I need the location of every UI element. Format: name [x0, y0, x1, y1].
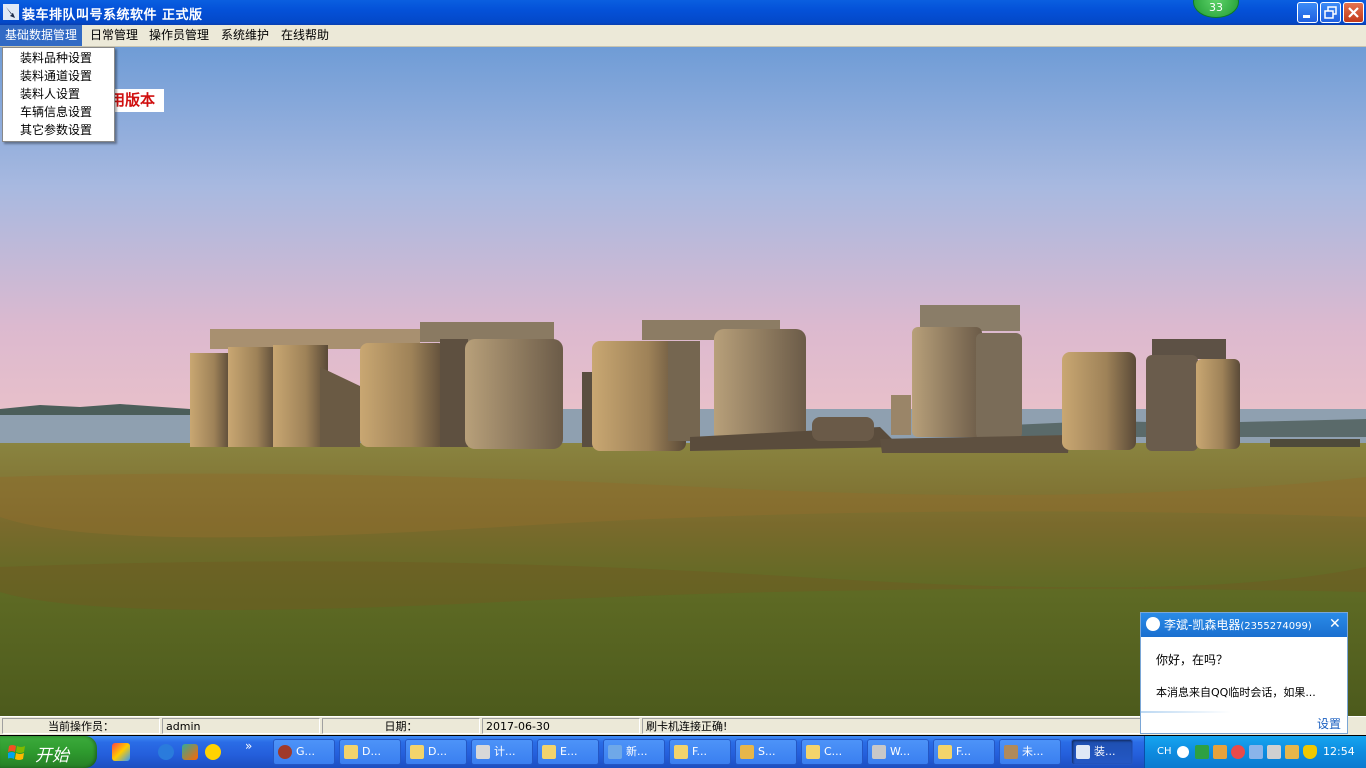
task-button[interactable]: E... — [537, 739, 599, 765]
task-button[interactable]: S... — [735, 739, 797, 765]
date-label: 日期： — [322, 718, 480, 734]
clock: 12:54 — [1323, 745, 1355, 758]
qq-settings-link[interactable]: 设置 — [1317, 715, 1341, 732]
task-button[interactable]: G... — [273, 739, 335, 765]
menu-item-other-params[interactable]: 其它参数设置 — [3, 121, 114, 139]
task-label: C... — [824, 745, 843, 758]
menu-operators[interactable]: 操作员管理 — [144, 25, 214, 46]
task-label: F... — [956, 745, 972, 758]
task-button[interactable]: D... — [405, 739, 467, 765]
folder-icon — [344, 745, 358, 759]
add-icon[interactable] — [205, 744, 221, 760]
minimize-button[interactable] — [1297, 2, 1318, 23]
menu-bar: 基础数据管理 日常管理 操作员管理 系统维护 在线帮助 — [0, 25, 1366, 47]
task-button[interactable]: D... — [339, 739, 401, 765]
operator-value: admin — [162, 718, 320, 734]
language-indicator[interactable]: CH — [1157, 746, 1172, 757]
taskbar: 开始 » G... D... D... 计... E... 新... F... … — [0, 736, 1366, 768]
menu-maintenance[interactable]: 系统维护 — [216, 25, 274, 46]
qq-contact-number: (2355274099) — [1240, 621, 1312, 632]
task-button[interactable]: F... — [669, 739, 731, 765]
computer-icon — [872, 745, 886, 759]
folder-icon — [938, 745, 952, 759]
folder-icon — [410, 745, 424, 759]
task-label: 计... — [494, 745, 516, 758]
task-label: 装... — [1094, 745, 1116, 758]
notification-badge[interactable]: 33 — [1193, 0, 1239, 18]
qq-message-2[interactable]: 本消息来自QQ临时会话，如果... — [1156, 684, 1316, 700]
sheet-icon[interactable] — [182, 744, 198, 760]
network-icon[interactable] — [1249, 745, 1263, 759]
folder-icon — [674, 745, 688, 759]
title-bar: 装车排队叫号系统软件 正式版 33 — [0, 0, 1366, 25]
close-icon — [1348, 7, 1359, 18]
task-label: D... — [428, 745, 447, 758]
calculator-icon — [476, 745, 490, 759]
app-icon — [1076, 745, 1090, 759]
task-label: G... — [296, 745, 316, 758]
tray-icon[interactable] — [1213, 745, 1227, 759]
tray-icon[interactable] — [1285, 745, 1299, 759]
quicklaunch-more-button[interactable]: » — [245, 739, 252, 753]
window-title: 装车排队叫号系统软件 正式版 — [22, 8, 203, 23]
task-button[interactable]: 新... — [603, 739, 665, 765]
menu-item-material-type[interactable]: 装料品种设置 — [3, 49, 114, 67]
task-label: 未... — [1022, 745, 1044, 758]
restore-icon — [1324, 6, 1337, 19]
task-button-active[interactable]: 装... — [1071, 739, 1133, 765]
start-button[interactable]: 开始 — [0, 736, 97, 768]
qq-close-icon[interactable]: ✕ — [1329, 616, 1341, 632]
person-icon — [278, 745, 292, 759]
qq-popup: 李斌-凯森电器(2355274099) ✕ 你好，在吗？ 本消息来自QQ临时会话… — [1140, 612, 1348, 734]
menu-item-loader[interactable]: 装料人设置 — [3, 85, 114, 103]
task-label: E... — [560, 745, 578, 758]
status-message: 刷卡机连接正确! — [642, 718, 1142, 734]
security-shield-icon[interactable] — [1303, 745, 1317, 759]
folder-icon — [806, 745, 820, 759]
qq-avatar — [1146, 617, 1160, 631]
task-label: F... — [692, 745, 708, 758]
restore-button[interactable] — [1320, 2, 1341, 23]
menu-item-vehicle-info[interactable]: 车辆信息设置 — [3, 103, 114, 121]
qq-contact: 李斌-凯森电器(2355274099) — [1164, 616, 1312, 633]
task-label: W... — [890, 745, 911, 758]
qq-divider — [1141, 711, 1231, 713]
task-button[interactable]: 计... — [471, 739, 533, 765]
system-tray: CH 12:54 — [1144, 736, 1366, 768]
menu-help[interactable]: 在线帮助 — [276, 25, 334, 46]
settings-folder-icon — [740, 745, 754, 759]
task-label: D... — [362, 745, 381, 758]
qq-message-1: 你好，在吗？ — [1156, 653, 1229, 667]
app-icon — [3, 4, 19, 20]
task-button[interactable]: F... — [933, 739, 995, 765]
tray-collapse-icon[interactable] — [1177, 746, 1189, 758]
minimize-icon — [1303, 15, 1310, 18]
quicklaunch-app-icon[interactable] — [112, 743, 130, 761]
version-label: 用版本 — [108, 89, 164, 112]
folder-icon — [542, 745, 556, 759]
volume-icon[interactable] — [1267, 745, 1281, 759]
document-icon — [608, 745, 622, 759]
ie-icon[interactable] — [158, 744, 174, 760]
menu-daily[interactable]: 日常管理 — [85, 25, 143, 46]
paint-icon — [1004, 745, 1018, 759]
menu-item-loading-channel[interactable]: 装料通道设置 — [3, 67, 114, 85]
qq-header: 李斌-凯森电器(2355274099) ✕ — [1141, 613, 1347, 637]
task-label: S... — [758, 745, 776, 758]
start-label: 开始 — [35, 746, 69, 766]
windows-flag-icon — [8, 745, 25, 760]
date-value: 2017-06-30 — [482, 718, 640, 734]
menu-basic-data[interactable]: 基础数据管理 — [0, 25, 83, 46]
qq-contact-name: 李斌-凯森电器 — [1164, 618, 1241, 632]
task-button[interactable]: C... — [801, 739, 863, 765]
tray-icon[interactable] — [1195, 745, 1209, 759]
task-button[interactable]: 未... — [999, 739, 1061, 765]
task-label: 新... — [626, 745, 648, 758]
tray-icon[interactable] — [1231, 745, 1245, 759]
close-button[interactable] — [1343, 2, 1364, 23]
dropdown-menu: 装料品种设置 装料通道设置 装料人设置 车辆信息设置 其它参数设置 — [2, 47, 115, 142]
task-button[interactable]: W... — [867, 739, 929, 765]
operator-label: 当前操作员： — [2, 718, 160, 734]
